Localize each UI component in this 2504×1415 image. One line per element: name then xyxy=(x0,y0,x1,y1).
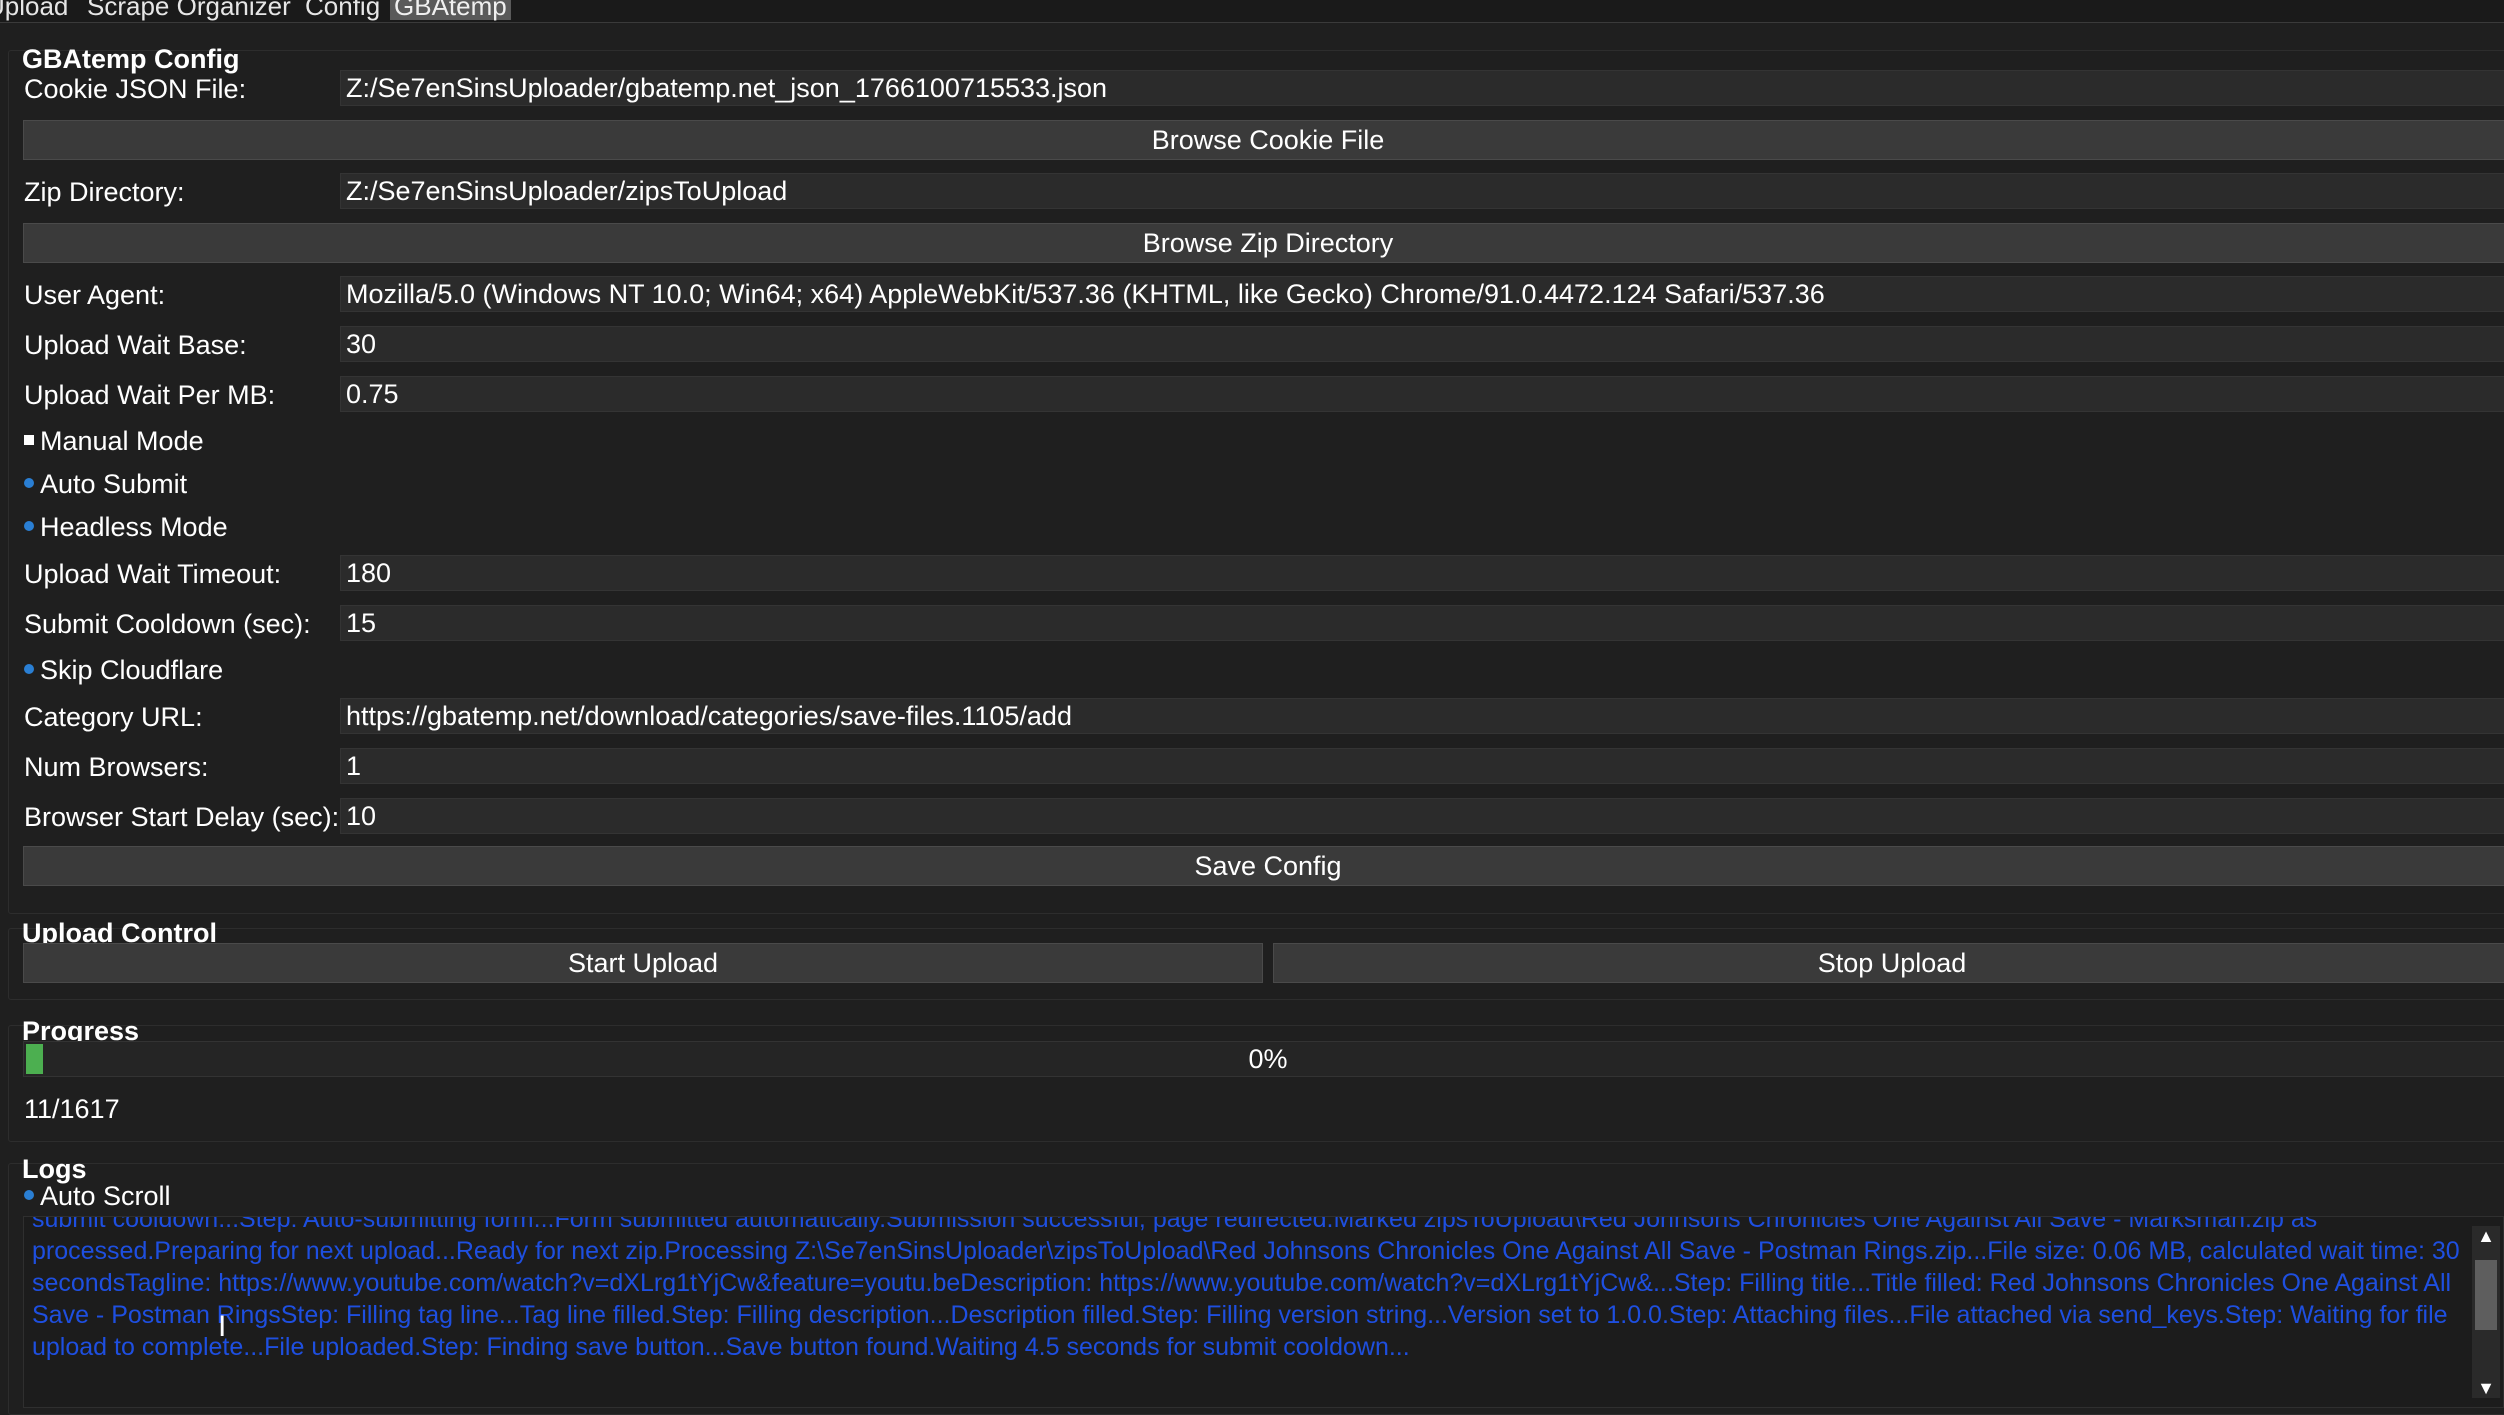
start-delay-label: Browser Start Delay (sec): xyxy=(24,802,340,832)
user-agent-label: User Agent: xyxy=(24,280,166,310)
checkbox-unchecked-icon xyxy=(24,663,34,674)
start-upload-label: Start Upload xyxy=(567,948,719,978)
save-config-button[interactable]: Save Config xyxy=(23,846,2504,886)
log-scrollbar[interactable]: ▲ ▼ xyxy=(2472,1226,2500,1398)
zip-label: Zip Directory: xyxy=(24,177,185,207)
checkbox-checked-icon xyxy=(24,434,34,445)
stop-upload-label: Stop Upload xyxy=(1817,948,1967,978)
text-cursor-icon: I xyxy=(218,1310,227,1343)
scroll-thumb[interactable] xyxy=(2475,1260,2497,1330)
skip-cloudflare-label: Skip Cloudflare xyxy=(40,655,224,685)
manual-mode-checkbox[interactable]: Manual Mode xyxy=(24,426,204,457)
config-title: GBAtemp Config xyxy=(22,44,240,74)
progress-percent: 0% xyxy=(1248,1044,1288,1074)
manual-mode-label: Manual Mode xyxy=(40,426,204,456)
user-agent-input[interactable]: Mozilla/5.0 (Windows NT 10.0; Win64; x64… xyxy=(340,276,2504,312)
tab-config[interactable]: Config xyxy=(305,0,380,20)
progress-count: 11/1617 xyxy=(24,1094,120,1124)
category-url-input[interactable]: https://gbatemp.net/download/categories/… xyxy=(340,698,2504,734)
cookie-file-input[interactable]: Z:/Se7enSinsUploader/gbatemp.net_json_17… xyxy=(340,70,2504,106)
skip-cloudflare-checkbox[interactable]: Skip Cloudflare xyxy=(24,655,223,686)
headless-mode-label: Headless Mode xyxy=(40,512,228,542)
auto-submit-checkbox[interactable]: Auto Submit xyxy=(24,469,187,500)
log-text: submit cooldown...Step: Auto-submitting … xyxy=(32,1216,2460,1361)
cooldown-label: Submit Cooldown (sec): xyxy=(24,609,311,639)
scroll-up-icon[interactable]: ▲ xyxy=(2472,1226,2500,1246)
browse-cookie-button[interactable]: Browse Cookie File xyxy=(23,120,2504,160)
wait-base-input[interactable]: 30 xyxy=(340,326,2504,362)
browse-cookie-label: Browse Cookie File xyxy=(1151,125,1385,155)
save-config-label: Save Config xyxy=(1194,851,1342,881)
checkbox-unchecked-icon xyxy=(24,1189,34,1200)
tab-gbatemp[interactable]: GBAtemp xyxy=(390,0,511,20)
cookie-label: Cookie JSON File: xyxy=(24,74,247,104)
zip-directory-input[interactable]: Z:/Se7enSinsUploader/zipsToUpload xyxy=(340,173,2504,209)
checkbox-unchecked-icon xyxy=(24,477,34,488)
browse-zip-label: Browse Zip Directory xyxy=(1142,228,1394,258)
start-delay-input[interactable]: 10 xyxy=(340,798,2504,834)
auto-scroll-label: Auto Scroll xyxy=(40,1181,171,1211)
tab-scrape-organizer[interactable]: Scrape Organizer xyxy=(87,0,291,20)
checkbox-unchecked-icon xyxy=(24,520,34,531)
tab-bar: Upload Scrape Organizer Config GBAtemp xyxy=(0,0,2504,23)
start-upload-button[interactable]: Start Upload xyxy=(23,943,1263,983)
wait-per-mb-input[interactable]: 0.75 xyxy=(340,376,2504,412)
num-browsers-label: Num Browsers: xyxy=(24,752,209,782)
timeout-label: Upload Wait Timeout: xyxy=(24,559,282,589)
category-url-label: Category URL: xyxy=(24,702,203,732)
cooldown-input[interactable]: 15 xyxy=(340,605,2504,641)
wait-per-mb-label: Upload Wait Per MB: xyxy=(24,380,276,410)
auto-submit-label: Auto Submit xyxy=(40,469,188,499)
stop-upload-button[interactable]: Stop Upload xyxy=(1273,943,2504,983)
num-browsers-input[interactable]: 1 xyxy=(340,748,2504,784)
timeout-input[interactable]: 180 xyxy=(340,555,2504,591)
log-output[interactable]: submit cooldown...Step: Auto-submitting … xyxy=(23,1216,2504,1408)
browse-zip-button[interactable]: Browse Zip Directory xyxy=(23,223,2504,263)
headless-mode-checkbox[interactable]: Headless Mode xyxy=(24,512,228,543)
progress-bar: 0% xyxy=(23,1041,2504,1077)
auto-scroll-checkbox[interactable]: Auto Scroll xyxy=(24,1181,171,1212)
tab-upload[interactable]: Upload xyxy=(0,0,68,20)
scroll-down-icon[interactable]: ▼ xyxy=(2472,1378,2500,1398)
wait-base-label: Upload Wait Base: xyxy=(24,330,247,360)
